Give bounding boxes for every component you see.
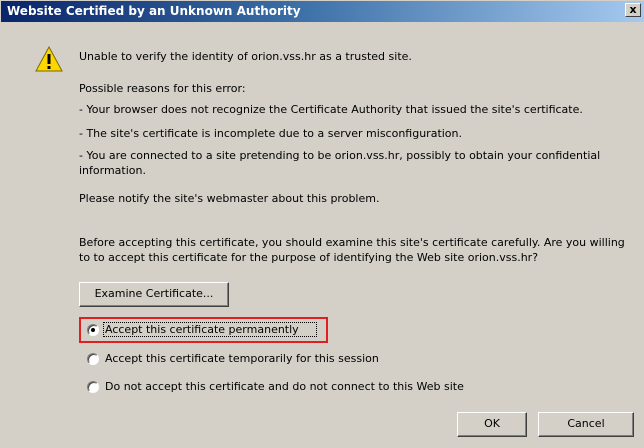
radio-accept-permanently[interactable] xyxy=(87,324,99,336)
reason-incomplete-cert: - The site's certificate is incomplete d… xyxy=(79,127,463,140)
radio-accept-temporarily[interactable] xyxy=(87,353,99,365)
option-label: Do not accept this certificate and do no… xyxy=(105,380,464,393)
reason-unrecognized-ca: - Your browser does not recognize the Ce… xyxy=(79,103,583,116)
title-bar: Website Certified by an Unknown Authorit… xyxy=(1,1,644,22)
identity-message: Unable to verify the identity of orion.v… xyxy=(79,50,412,63)
radio-do-not-accept[interactable] xyxy=(87,381,99,393)
option-label: Accept this certificate permanently xyxy=(105,323,299,336)
warning-icon xyxy=(35,46,63,72)
close-icon: x xyxy=(629,3,637,16)
certificate-dialog: Website Certified by an Unknown Authorit… xyxy=(0,0,644,448)
radio-selected-dot xyxy=(91,328,95,332)
cancel-button[interactable]: Cancel xyxy=(538,412,634,437)
window-title: Website Certified by an Unknown Authorit… xyxy=(7,4,301,18)
examine-advice-text: Before accepting this certificate, you s… xyxy=(79,236,625,264)
close-button[interactable]: x xyxy=(625,3,641,17)
reason-impersonation: - You are connected to a site pretending… xyxy=(79,149,601,177)
examine-certificate-button[interactable]: Examine Certificate... xyxy=(79,282,229,307)
notify-webmaster-text: Please notify the site's webmaster about… xyxy=(79,192,380,205)
reasons-heading: Possible reasons for this error: xyxy=(79,82,246,95)
option-label: Accept this certificate temporarily for … xyxy=(105,352,379,365)
ok-button[interactable]: OK xyxy=(457,412,527,437)
